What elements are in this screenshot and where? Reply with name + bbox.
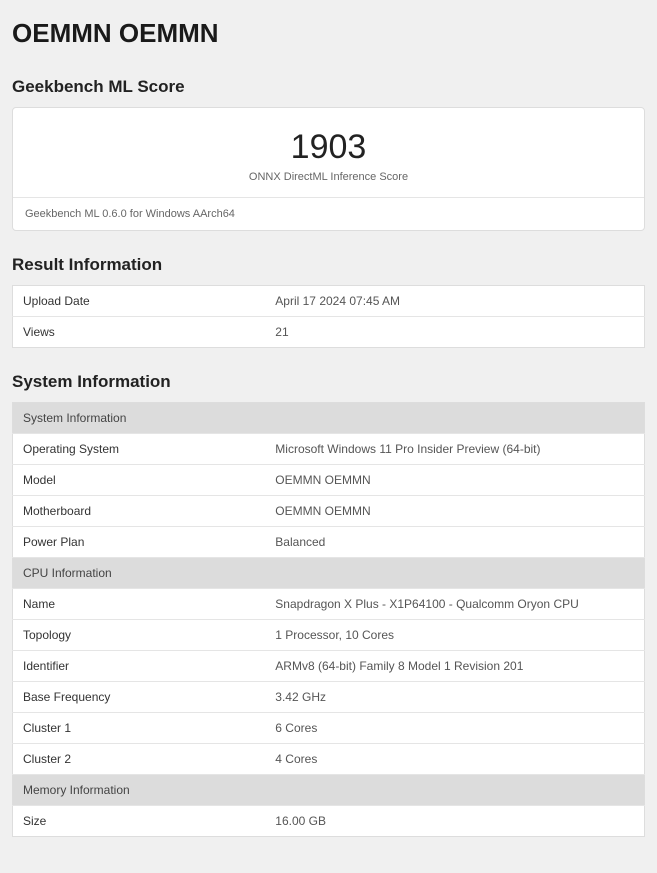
system-heading: System Information xyxy=(12,372,645,392)
row-value: OEMMN OEMMN xyxy=(265,465,644,496)
row-key: Name xyxy=(13,589,266,620)
score-label: ONNX DirectML Inference Score xyxy=(23,171,634,183)
row-key: Operating System xyxy=(13,434,266,465)
row-key: Cluster 1 xyxy=(13,713,266,744)
row-value: ARMv8 (64-bit) Family 8 Model 1 Revision… xyxy=(265,651,644,682)
score-section: Geekbench ML Score 1903 ONNX DirectML In… xyxy=(12,77,645,231)
page-title: OEMMN OEMMN xyxy=(12,18,645,49)
table-row: Cluster 16 Cores xyxy=(13,713,645,744)
result-section: Result Information Upload DateApril 17 2… xyxy=(12,255,645,348)
result-table: Upload DateApril 17 2024 07:45 AMViews21 xyxy=(12,285,645,348)
row-value: 6 Cores xyxy=(265,713,644,744)
table-row: Size16.00 GB xyxy=(13,806,645,837)
score-box: 1903 ONNX DirectML Inference Score Geekb… xyxy=(12,107,645,231)
group-header: System Information xyxy=(13,403,645,434)
row-value: 21 xyxy=(265,317,644,348)
row-key: Cluster 2 xyxy=(13,744,266,775)
row-key: Identifier xyxy=(13,651,266,682)
table-row: Cluster 24 Cores xyxy=(13,744,645,775)
table-row: Operating SystemMicrosoft Windows 11 Pro… xyxy=(13,434,645,465)
table-row: NameSnapdragon X Plus - X1P64100 - Qualc… xyxy=(13,589,645,620)
table-row: Topology1 Processor, 10 Cores xyxy=(13,620,645,651)
row-value: Balanced xyxy=(265,527,644,558)
row-key: Views xyxy=(13,317,266,348)
group-header-row: CPU Information xyxy=(13,558,645,589)
row-value: 3.42 GHz xyxy=(265,682,644,713)
table-row: Views21 xyxy=(13,317,645,348)
row-key: Topology xyxy=(13,620,266,651)
group-header: Memory Information xyxy=(13,775,645,806)
score-footer: Geekbench ML 0.6.0 for Windows AArch64 xyxy=(13,198,644,230)
group-header-row: Memory Information xyxy=(13,775,645,806)
group-header: CPU Information xyxy=(13,558,645,589)
system-section: System Information System InformationOpe… xyxy=(12,372,645,837)
row-key: Motherboard xyxy=(13,496,266,527)
table-row: IdentifierARMv8 (64-bit) Family 8 Model … xyxy=(13,651,645,682)
row-key: Model xyxy=(13,465,266,496)
row-value: 16.00 GB xyxy=(265,806,644,837)
row-value: 1 Processor, 10 Cores xyxy=(265,620,644,651)
score-value: 1903 xyxy=(23,128,634,167)
row-value: April 17 2024 07:45 AM xyxy=(265,286,644,317)
row-key: Upload Date xyxy=(13,286,266,317)
table-row: ModelOEMMN OEMMN xyxy=(13,465,645,496)
row-value: OEMMN OEMMN xyxy=(265,496,644,527)
table-row: MotherboardOEMMN OEMMN xyxy=(13,496,645,527)
row-key: Power Plan xyxy=(13,527,266,558)
score-heading: Geekbench ML Score xyxy=(12,77,645,97)
table-row: Upload DateApril 17 2024 07:45 AM xyxy=(13,286,645,317)
system-table: System InformationOperating SystemMicros… xyxy=(12,402,645,837)
row-key: Base Frequency xyxy=(13,682,266,713)
group-header-row: System Information xyxy=(13,403,645,434)
row-value: 4 Cores xyxy=(265,744,644,775)
result-heading: Result Information xyxy=(12,255,645,275)
row-key: Size xyxy=(13,806,266,837)
table-row: Base Frequency3.42 GHz xyxy=(13,682,645,713)
row-value: Microsoft Windows 11 Pro Insider Preview… xyxy=(265,434,644,465)
table-row: Power PlanBalanced xyxy=(13,527,645,558)
row-value: Snapdragon X Plus - X1P64100 - Qualcomm … xyxy=(265,589,644,620)
